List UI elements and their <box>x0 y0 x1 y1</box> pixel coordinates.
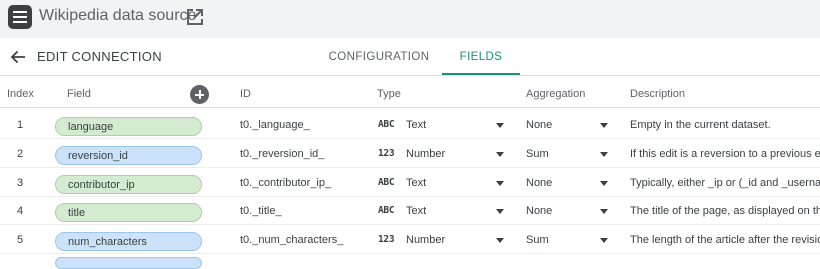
aggregation-select[interactable]: None <box>526 111 586 139</box>
column-header-aggregation: Aggregation <box>526 88 586 100</box>
type-select[interactable]: Number <box>406 226 486 254</box>
divider <box>0 253 820 254</box>
data-source-title: Wikipedia data source <box>39 7 197 24</box>
aggregation-select[interactable]: Sum <box>526 226 586 254</box>
table-row: 2 reversion_id t0._reversion_id_ 123 Num… <box>0 140 820 168</box>
field-name-pill[interactable]: reversion_id <box>55 146 202 165</box>
row-index: 5 <box>16 234 24 246</box>
row-index: 4 <box>16 205 24 217</box>
field-id: t0._language_ <box>240 119 310 131</box>
row-index: 2 <box>16 148 24 160</box>
add-field-icon[interactable] <box>190 85 209 104</box>
text-type-icon: ABC <box>378 119 395 130</box>
type-select[interactable]: Text <box>406 197 486 225</box>
divider <box>0 167 820 168</box>
back-arrow-icon[interactable] <box>10 49 26 65</box>
field-description[interactable]: The length of the article after the revi… <box>630 226 820 254</box>
type-select[interactable]: Text <box>406 169 486 197</box>
field-name-pill[interactable]: contributor_ip <box>55 175 202 194</box>
field-description[interactable]: The title of the page, as displayed on t… <box>630 197 820 225</box>
field-id: t0._num_characters_ <box>240 234 344 246</box>
table-row: 4 title t0._title_ ABC Text None The tit… <box>0 197 820 225</box>
connection-header: EDIT CONNECTION CONFIGURATION FIELDS <box>0 38 820 76</box>
field-id: t0._contributor_ip_ <box>240 177 332 189</box>
menu-icon[interactable] <box>8 5 32 29</box>
column-header-id: ID <box>240 88 251 100</box>
chevron-down-icon[interactable] <box>600 181 608 186</box>
aggregation-select[interactable]: Sum <box>526 140 586 168</box>
field-description[interactable]: If this edit is a reversion to a previou… <box>630 140 820 168</box>
text-type-icon: ABC <box>378 177 395 188</box>
column-header-field: Field <box>67 88 91 100</box>
chevron-down-icon[interactable] <box>496 152 504 157</box>
divider <box>0 224 820 225</box>
chevron-down-icon[interactable] <box>600 152 608 157</box>
top-bar: Wikipedia data source ' ' ' ' <box>0 0 820 38</box>
type-select[interactable]: Number <box>406 140 486 168</box>
tab-fields[interactable]: FIELDS <box>442 38 520 75</box>
chevron-down-icon[interactable] <box>496 238 504 243</box>
chevron-down-icon[interactable] <box>600 209 608 214</box>
field-name-pill-partial[interactable] <box>55 257 202 269</box>
aggregation-select[interactable]: None <box>526 169 586 197</box>
chevron-down-icon[interactable] <box>600 238 608 243</box>
field-id: t0._title_ <box>240 205 282 217</box>
field-description[interactable]: Typically, either _ip or (_id and _usern… <box>630 169 820 197</box>
chevron-down-icon[interactable] <box>496 123 504 128</box>
row-index: 3 <box>16 177 24 189</box>
partial-top-text: ' ' ' ' <box>527 0 554 8</box>
aggregation-select[interactable]: None <box>526 197 586 225</box>
table-row: 5 num_characters t0._num_characters_ 123… <box>0 226 820 254</box>
divider <box>0 107 820 108</box>
divider <box>0 138 820 139</box>
field-description[interactable]: Empty in the current dataset. <box>630 111 820 139</box>
chevron-down-icon[interactable] <box>496 181 504 186</box>
type-select[interactable]: Text <box>406 111 486 139</box>
column-header-description: Description <box>630 88 686 100</box>
field-id: t0._reversion_id_ <box>240 148 325 160</box>
row-index: 1 <box>16 119 24 131</box>
table-row: 3 contributor_ip t0._contributor_ip_ ABC… <box>0 169 820 197</box>
field-name-pill[interactable]: title <box>55 203 202 222</box>
chevron-down-icon[interactable] <box>600 123 608 128</box>
chevron-down-icon[interactable] <box>496 209 504 214</box>
field-name-pill[interactable]: num_characters <box>55 232 202 251</box>
text-type-icon: ABC <box>378 205 395 216</box>
table-row: 1 language t0._language_ ABC Text None E… <box>0 111 820 139</box>
page-title: EDIT CONNECTION <box>37 49 162 64</box>
number-type-icon: 123 <box>378 234 395 245</box>
open-external-icon[interactable] <box>186 8 204 26</box>
divider <box>0 75 820 76</box>
column-header-type: Type <box>377 88 401 100</box>
number-type-icon: 123 <box>378 148 395 159</box>
field-name-pill[interactable]: language <box>55 117 202 136</box>
column-header-index: Index <box>7 88 34 100</box>
tab-configuration[interactable]: CONFIGURATION <box>329 38 429 75</box>
